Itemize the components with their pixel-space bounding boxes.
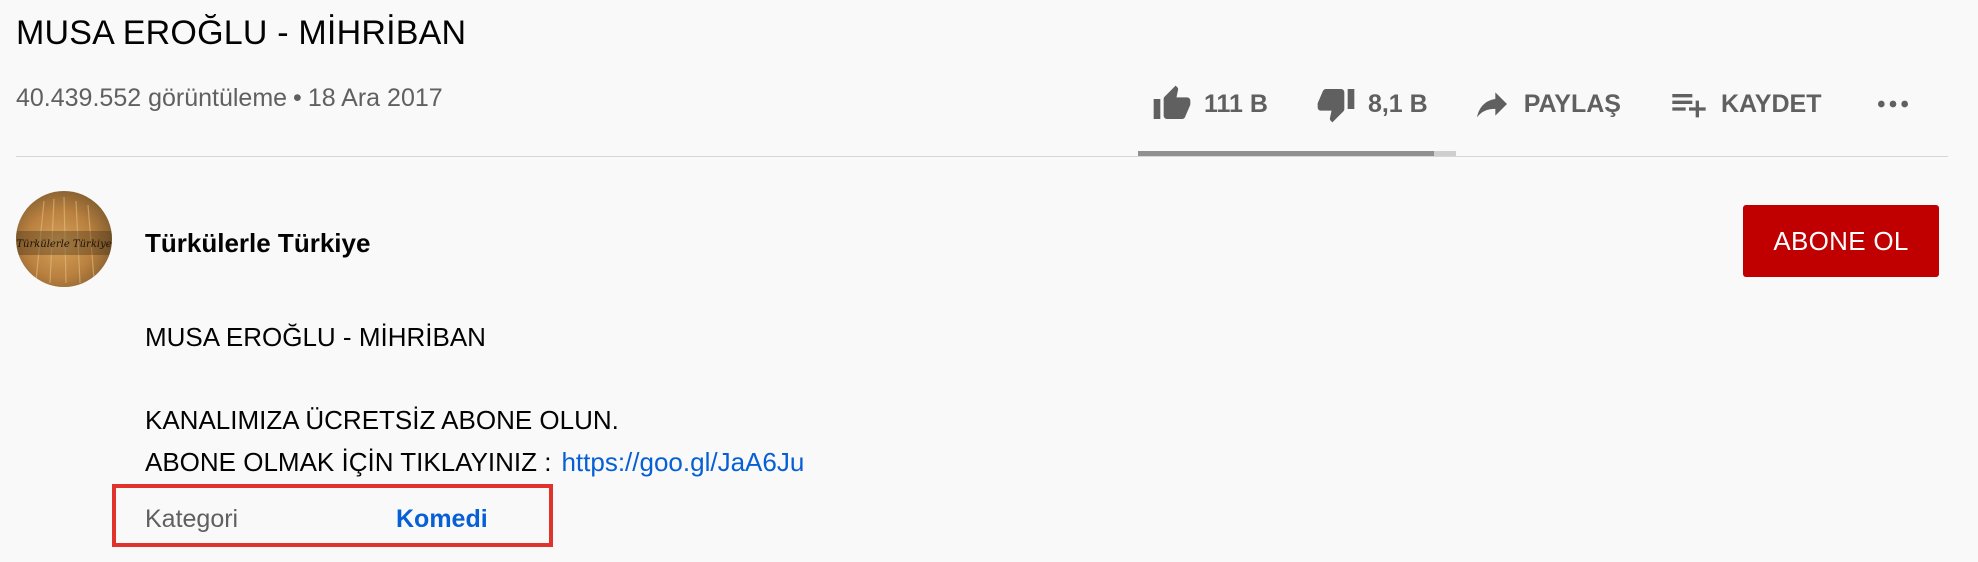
description-line: KANALIMIZA ÜCRETSİZ ABONE OLUN. [145, 405, 619, 435]
thumb-down-icon [1316, 84, 1356, 124]
share-arrow-icon [1472, 84, 1512, 124]
avatar-image: Türkülerle Türkiye [16, 196, 112, 284]
description-text: ABONE OLMAK İÇİN TIKLAYINIZ : [145, 447, 552, 477]
more-actions-button[interactable] [1873, 84, 1913, 124]
save-label: KAYDET [1720, 89, 1822, 118]
share-button[interactable]: PAYLAŞ [1472, 84, 1621, 124]
dislike-button[interactable]: 8,1 B [1316, 84, 1428, 124]
video-actions: 111 B 8,1 B PAYLAŞ KAYDET [1138, 76, 1913, 132]
upload-date: 18 Ara 2017 [307, 84, 443, 112]
description-line: MUSA EROĞLU - MİHRİBAN [145, 322, 486, 352]
subscribe-button[interactable]: ABONE OL [1743, 205, 1939, 277]
description-line: ABONE OLMAK İÇİN TIKLAYINIZ : https://goo… [145, 447, 804, 478]
thumb-up-icon [1152, 84, 1192, 124]
avatar-text: Türkülerle Türkiye [16, 239, 111, 250]
save-button[interactable]: KAYDET [1669, 84, 1822, 124]
view-count: 40.439.552 görüntüleme [16, 84, 288, 112]
category-link[interactable]: Komedi [396, 505, 488, 534]
description-link[interactable]: https://goo.gl/JaA6Ju [561, 447, 804, 477]
like-button[interactable]: 111 B [1152, 84, 1268, 124]
divider [16, 156, 1948, 157]
playlist-add-icon [1669, 84, 1709, 124]
video-info-panel: MUSA EROĞLU - MİHRİBAN 40.439.552 görünt… [0, 0, 1978, 562]
more-horiz-icon [1873, 84, 1913, 124]
share-label: PAYLAŞ [1523, 89, 1621, 118]
meta-separator: • [293, 84, 302, 112]
like-count: 111 B [1204, 89, 1268, 118]
channel-name[interactable]: Türkülerle Türkiye [145, 228, 370, 259]
channel-avatar[interactable]: Türkülerle Türkiye [16, 191, 112, 287]
dislike-count: 8,1 B [1367, 89, 1428, 118]
category-label: Kategori [145, 505, 239, 533]
video-meta: 40.439.552 görüntüleme • 18 Ara 2017 [16, 84, 443, 113]
video-title: MUSA EROĞLU - MİHRİBAN [16, 14, 467, 52]
